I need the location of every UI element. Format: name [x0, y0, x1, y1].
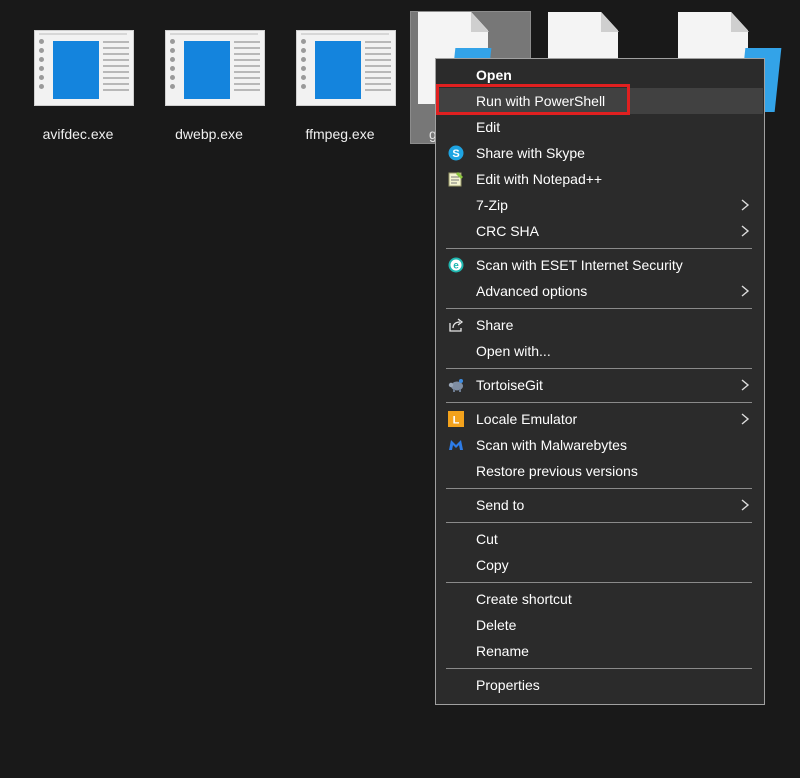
chevron-right-icon [741, 379, 750, 391]
file-name: ffmpeg.exe [305, 126, 375, 142]
menu-item-rename[interactable]: Rename [437, 638, 763, 664]
menu-separator [446, 488, 752, 489]
menu-item-restore-previous-versions[interactable]: Restore previous versions [437, 458, 763, 484]
menu-item-share-with-skype[interactable]: S Share with Skype [437, 140, 763, 166]
eset-icon: e [448, 257, 464, 273]
menu-item-send-to[interactable]: Send to [437, 492, 763, 518]
svg-text:L: L [453, 415, 460, 427]
menu-separator [446, 522, 752, 523]
menu-item-locale-emulator[interactable]: L Locale Emulator [437, 406, 763, 432]
menu-separator [446, 402, 752, 403]
file-avifdec[interactable]: avifdec.exe [20, 14, 136, 144]
menu-item-crc-sha[interactable]: CRC SHA [437, 218, 763, 244]
highlight-annotation-box [436, 84, 630, 115]
chevron-right-icon [741, 199, 750, 211]
menu-item-cut[interactable]: Cut [437, 526, 763, 552]
menu-item-properties[interactable]: Properties [437, 672, 763, 698]
menu-item-tortoisegit[interactable]: TortoiseGit [437, 372, 763, 398]
menu-separator [446, 308, 752, 309]
chevron-right-icon [741, 285, 750, 297]
file-dwebp[interactable]: dwebp.exe [151, 14, 267, 144]
chevron-right-icon [741, 413, 750, 425]
menu-item-share[interactable]: Share [437, 312, 763, 338]
menu-item-edit-with-notepadpp[interactable]: Edit with Notepad++ [437, 166, 763, 192]
menu-item-copy[interactable]: Copy [437, 552, 763, 578]
menu-item-7zip[interactable]: 7-Zip [437, 192, 763, 218]
menu-item-create-shortcut[interactable]: Create shortcut [437, 586, 763, 612]
svg-text:e: e [453, 261, 459, 272]
menu-item-advanced-options[interactable]: Advanced options [437, 278, 763, 304]
skype-icon: S [448, 145, 464, 161]
exe-thumbnail-icon [165, 30, 265, 106]
file-ffmpeg[interactable]: ffmpeg.exe [282, 14, 398, 144]
menu-separator [446, 248, 752, 249]
menu-separator [446, 368, 752, 369]
menu-item-open-with[interactable]: Open with... [437, 338, 763, 364]
menu-item-scan-malwarebytes[interactable]: Scan with Malwarebytes [437, 432, 763, 458]
svg-text:S: S [452, 148, 459, 160]
chevron-right-icon [741, 499, 750, 511]
exe-thumbnail-icon [34, 30, 134, 106]
notepadpp-icon [448, 171, 464, 187]
menu-item-edit[interactable]: Edit [437, 114, 763, 140]
locale-emulator-icon: L [448, 411, 464, 427]
chevron-right-icon [741, 225, 750, 237]
file-name: avifdec.exe [42, 126, 114, 142]
tortoisegit-icon [448, 377, 464, 393]
share-icon [448, 317, 464, 333]
menu-item-scan-eset[interactable]: e Scan with ESET Internet Security [437, 252, 763, 278]
menu-separator [446, 668, 752, 669]
menu-separator [446, 582, 752, 583]
context-menu: Open Run with PowerShell Edit S Share wi… [435, 58, 765, 705]
exe-thumbnail-icon [296, 30, 396, 106]
malwarebytes-icon [448, 437, 464, 453]
file-name: dwebp.exe [175, 126, 243, 142]
menu-item-delete[interactable]: Delete [437, 612, 763, 638]
